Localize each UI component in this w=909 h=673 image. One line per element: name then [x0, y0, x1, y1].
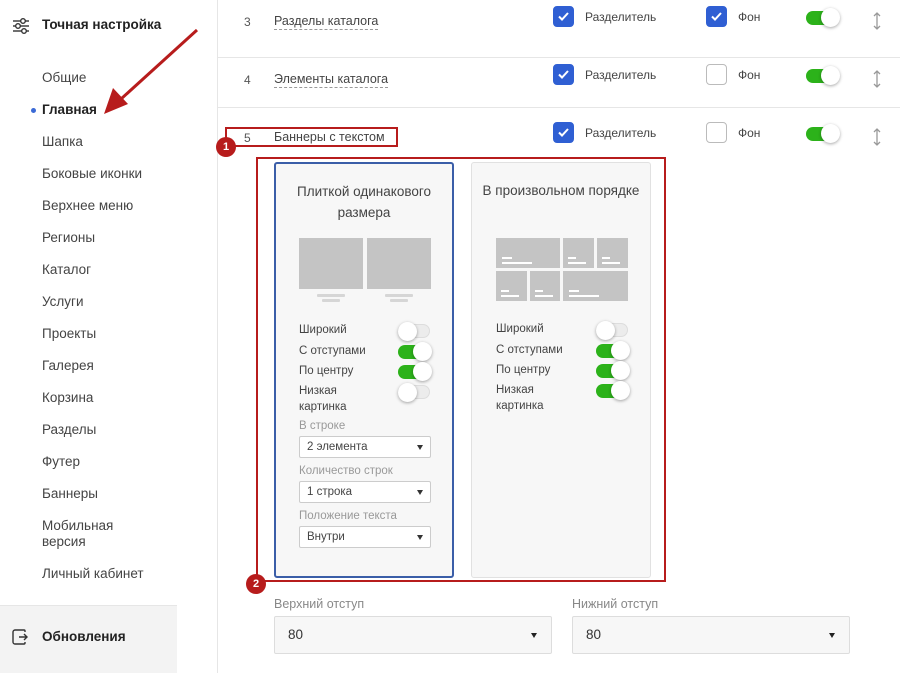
- arrow-annotation: [104, 28, 199, 114]
- bottom-padding-label: Нижний отступ: [572, 597, 659, 611]
- bottom-padding-value: 80: [586, 627, 602, 642]
- bottom-padding-select[interactable]: 80: [572, 616, 850, 654]
- top-padding-label: Верхний отступ: [274, 597, 365, 611]
- top-padding-select[interactable]: 80: [274, 616, 552, 654]
- top-padding-value: 80: [288, 627, 304, 642]
- chevron-down-icon: [531, 633, 537, 638]
- chevron-down-icon: [829, 633, 835, 638]
